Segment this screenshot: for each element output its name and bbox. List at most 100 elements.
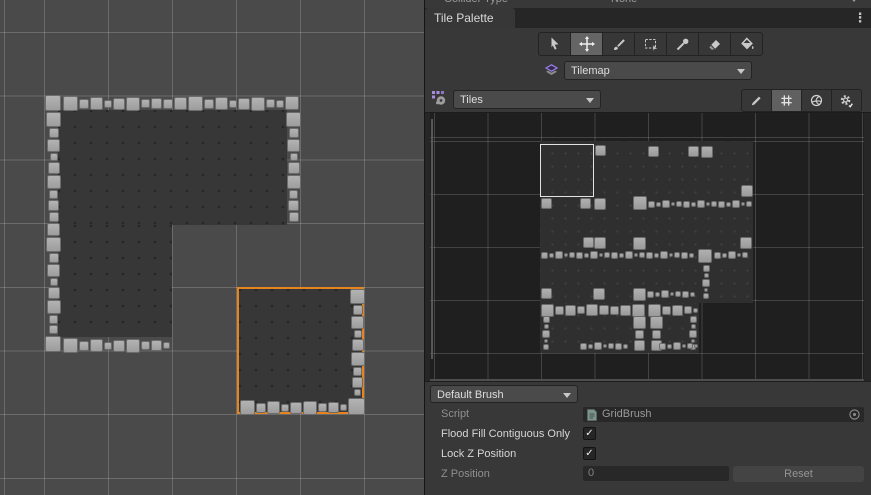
- flood-fill-label: Flood Fill Contiguous Only: [441, 427, 570, 441]
- tool-group: [538, 32, 763, 56]
- tilemap-interior: [58, 225, 172, 337]
- brush-dropdown[interactable]: Default Brush: [430, 385, 578, 403]
- tile-block: [671, 202, 675, 206]
- tile-block: [151, 98, 162, 109]
- z-position-label: Z Position: [441, 467, 490, 481]
- script-value: GridBrush: [602, 408, 652, 420]
- settings-button[interactable]: [832, 90, 861, 111]
- script-object-field[interactable]: GridBrush: [583, 407, 864, 422]
- tile-block: [238, 98, 250, 110]
- tile-block: [742, 252, 748, 258]
- tile-block: [328, 402, 339, 413]
- tile-block: [647, 291, 654, 298]
- tile-block: [353, 305, 363, 315]
- lock-z-checkbox[interactable]: ✓: [583, 447, 596, 460]
- tile-block: [49, 128, 59, 138]
- move-tool-button[interactable]: [571, 33, 602, 55]
- tile-block: [718, 201, 725, 208]
- tile-block: [289, 128, 299, 138]
- tile-block: [608, 343, 614, 349]
- tile-block: [543, 344, 549, 350]
- tile-block: [583, 237, 594, 248]
- tile-block: [49, 190, 58, 199]
- tile-block: [266, 99, 275, 108]
- tile-block: [634, 253, 638, 257]
- gizmos-toggle-button[interactable]: [802, 90, 831, 111]
- tile-block: [586, 304, 598, 316]
- script-file-icon: [587, 409, 597, 421]
- z-position-input[interactable]: 0: [583, 466, 729, 481]
- tile-block: [650, 316, 663, 329]
- vertical-scrollbar[interactable]: [431, 119, 433, 359]
- tile-block: [655, 292, 660, 297]
- tile-block: [722, 253, 727, 258]
- tile-block: [251, 97, 265, 111]
- select-tool-button[interactable]: [539, 33, 570, 55]
- tile-block: [674, 252, 680, 258]
- tile-block: [141, 99, 150, 108]
- tile-block: [288, 200, 299, 211]
- checkmark-icon: ✓: [585, 428, 593, 439]
- picker-tool-button[interactable]: [667, 33, 698, 55]
- tile-block: [544, 339, 548, 343]
- tile-block: [704, 288, 708, 292]
- tile-block: [47, 175, 61, 189]
- object-picker-icon[interactable]: [848, 408, 861, 421]
- tile-block: [610, 306, 619, 315]
- tile-block: [654, 253, 659, 258]
- tile-block: [79, 341, 89, 351]
- tile-block: [48, 200, 59, 211]
- box-fill-tool-button[interactable]: [635, 33, 666, 55]
- tile-block: [676, 201, 682, 207]
- tile-block: [555, 306, 564, 315]
- tile-block: [714, 252, 721, 259]
- tile-block: [542, 330, 550, 338]
- tilemap-icon: [543, 62, 560, 79]
- brush-selection-outline: [237, 287, 364, 414]
- tile-block: [690, 292, 695, 297]
- tile-block: [594, 198, 606, 210]
- kebab-menu-icon[interactable]: ⋮: [852, 8, 868, 28]
- tile-block: [79, 99, 89, 109]
- chevron-down-icon: [586, 98, 594, 103]
- tile-block: [690, 316, 697, 323]
- fill-bucket-tool-button[interactable]: [731, 33, 762, 55]
- palette-selector-row: Tiles: [425, 85, 871, 112]
- paint-brush-tool-button[interactable]: [603, 33, 634, 55]
- gizmo-sphere-icon: [809, 93, 824, 108]
- grid-toggle-button[interactable]: [772, 90, 801, 111]
- tile-block: [593, 288, 605, 300]
- tile-block: [288, 162, 300, 174]
- tile-block: [151, 340, 162, 351]
- palette-selected-cell[interactable]: [540, 144, 594, 197]
- move-icon: [579, 36, 595, 52]
- tile-block: [701, 146, 713, 158]
- tile-block: [281, 404, 289, 412]
- eraser-tool-button[interactable]: [699, 33, 730, 55]
- tile-palette-view[interactable]: [425, 112, 871, 381]
- reset-button[interactable]: Reset: [733, 466, 864, 482]
- tile-block: [215, 97, 228, 110]
- tile-block: [49, 325, 58, 334]
- tab-tile-palette[interactable]: Tile Palette: [425, 8, 515, 28]
- tile-block: [287, 175, 301, 189]
- edit-palette-button[interactable]: [742, 90, 771, 111]
- tile-block: [541, 198, 552, 209]
- tile-block: [576, 252, 583, 259]
- tile-block: [652, 330, 661, 339]
- palette-dropdown[interactable]: Tiles: [453, 90, 601, 109]
- tilemap-dropdown[interactable]: Tilemap: [564, 61, 752, 80]
- marquee-icon: [643, 36, 659, 52]
- tile-block: [741, 185, 753, 197]
- tile-block: [599, 253, 603, 257]
- flood-fill-checkbox[interactable]: ✓: [583, 427, 596, 440]
- tile-block: [728, 251, 736, 259]
- cursor-icon: [547, 36, 563, 52]
- tile-block: [45, 95, 61, 111]
- tile-block: [90, 339, 103, 352]
- palette-grid[interactable]: [430, 113, 864, 382]
- tile-block: [113, 340, 125, 352]
- tile-block: [694, 344, 698, 348]
- scene-view[interactable]: [0, 0, 424, 495]
- collider-type-row[interactable]: Collider Type None: [425, 0, 871, 8]
